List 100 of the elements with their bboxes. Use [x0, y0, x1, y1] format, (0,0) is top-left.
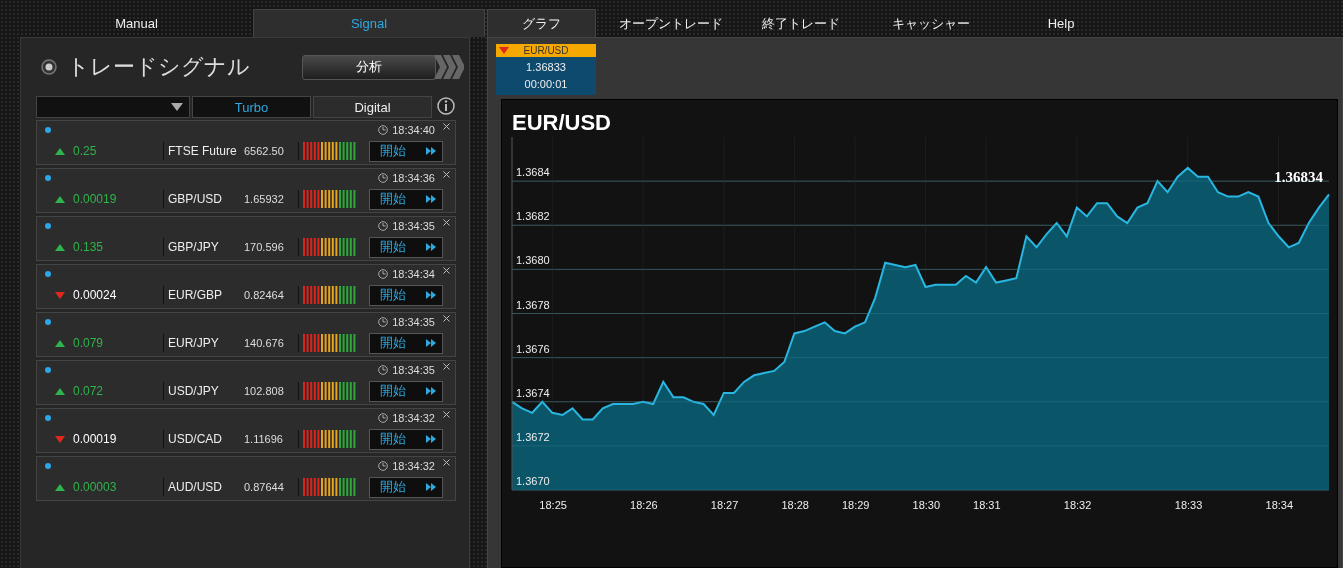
signal-time: 18:34:32: [392, 459, 435, 472]
change-value: 0.00024: [73, 288, 118, 302]
change-value: 0.072: [73, 384, 105, 398]
start-button[interactable]: 開始: [369, 140, 443, 162]
y-tick-label: 1.3680: [516, 254, 550, 267]
signal-row[interactable]: 18:34:35 0.072 USD/JPY 102.808 開始: [36, 360, 456, 405]
signal-meter-icon: [303, 382, 357, 400]
fast-forward-icon: [426, 387, 436, 395]
asset-name: GBP/JPY: [168, 240, 220, 254]
close-icon[interactable]: [443, 219, 450, 226]
nav-tab[interactable]: Signal: [253, 9, 485, 37]
analyze-button[interactable]: 分析: [302, 54, 436, 80]
asset-price: 140.676: [244, 337, 285, 349]
filter-tab[interactable]: Digital: [313, 96, 432, 118]
fast-forward-icon: [426, 147, 436, 155]
asset-name: USD/CAD: [168, 432, 223, 446]
clock-icon: [378, 412, 389, 423]
start-button[interactable]: 開始: [369, 188, 443, 210]
fast-forward-icon: [426, 339, 436, 347]
status-dot-icon: [45, 174, 51, 181]
signal-time: 18:34:34: [392, 267, 435, 280]
signal-meter-icon: [303, 334, 357, 352]
nav-tab[interactable]: グラフ: [487, 9, 596, 37]
ticker-timer: 00:00:01: [524, 77, 568, 92]
nav-tab[interactable]: 終了トレード: [746, 9, 856, 37]
x-tick-label: 18:25: [539, 499, 567, 511]
asset-name: EUR/GBP: [168, 288, 223, 302]
ticker-price: 1.36833: [526, 60, 566, 75]
signal-row[interactable]: 18:34:40 0.25 FTSE Future 6562.50 開始: [36, 120, 456, 165]
nav-tab[interactable]: オープントレード: [596, 9, 746, 37]
info-icon[interactable]: [436, 96, 456, 116]
start-button[interactable]: 開始: [369, 380, 443, 402]
close-icon[interactable]: [443, 459, 450, 466]
clock-icon: [378, 316, 389, 327]
signal-time: 18:34:35: [392, 315, 435, 328]
start-button[interactable]: 開始: [369, 332, 443, 354]
close-icon[interactable]: [443, 171, 450, 178]
asset-price: 0.82464: [244, 289, 285, 301]
signal-time: 18:34:32: [392, 411, 435, 424]
signal-time: 18:34:35: [392, 219, 435, 232]
filter-tab[interactable]: Turbo: [192, 96, 311, 118]
signal-meter-icon: [303, 286, 357, 304]
change-value: 0.00019: [73, 192, 118, 206]
close-icon[interactable]: [443, 267, 450, 274]
y-tick-label: 1.3672: [516, 430, 550, 443]
x-tick-label: 18:33: [1174, 499, 1203, 511]
signal-time: 18:34:36: [392, 171, 435, 184]
asset-price: 1.65932: [244, 193, 285, 205]
signal-row[interactable]: 18:34:36 0.00019 GBP/USD 1.65932 開始: [36, 168, 456, 213]
y-tick-label: 1.3676: [516, 342, 550, 355]
nav-tab[interactable]: Manual: [20, 9, 253, 37]
x-tick-label: 18:31: [973, 499, 1001, 511]
y-tick-label: 1.3674: [516, 386, 550, 399]
asset-name: USD/JPY: [168, 384, 220, 398]
status-dot-icon: [45, 126, 51, 133]
change-value: 0.079: [73, 336, 105, 350]
clock-icon: [378, 268, 389, 279]
radio-icon[interactable]: [41, 59, 57, 75]
asset-price: 6562.50: [244, 145, 285, 157]
clock-icon: [378, 460, 389, 471]
fast-forward-icon: [426, 291, 436, 299]
asset-name: GBP/USD: [168, 192, 223, 206]
fast-forward-icon: [426, 243, 436, 251]
ticker-asset: EUR/USD: [523, 45, 569, 56]
start-button[interactable]: 開始: [369, 284, 443, 306]
signal-row[interactable]: 18:34:32 0.00003 AUD/USD 0.87644 開始: [36, 456, 456, 501]
change-value: 0.135: [73, 240, 105, 254]
fast-forward-icon: [426, 195, 436, 203]
status-dot-icon: [45, 222, 51, 229]
x-tick-label: 18:29: [841, 499, 870, 511]
clock-icon: [378, 124, 389, 135]
chart-title: EUR/USD: [511, 109, 611, 137]
nav-tab[interactable]: Help: [1006, 9, 1116, 37]
status-dot-icon: [45, 462, 51, 469]
asset-name: FTSE Future: [168, 144, 238, 158]
y-tick-label: 1.3678: [516, 298, 550, 311]
signal-row[interactable]: 18:34:32 0.00019 USD/CAD 1.11696 開始: [36, 408, 456, 453]
start-button[interactable]: 開始: [369, 236, 443, 258]
close-icon[interactable]: [443, 411, 450, 418]
start-button[interactable]: 開始: [369, 428, 443, 450]
start-button[interactable]: 開始: [369, 476, 443, 498]
signal-row[interactable]: 18:34:35 0.079 EUR/JPY 140.676 開始: [36, 312, 456, 357]
clock-icon: [378, 364, 389, 375]
close-icon[interactable]: [443, 315, 450, 322]
signal-meter-icon: [303, 430, 357, 448]
y-tick-label: 1.3670: [516, 475, 550, 487]
signal-time: 18:34:40: [392, 123, 435, 136]
signal-row[interactable]: 18:34:35 0.135 GBP/JPY 170.596 開始: [36, 216, 456, 261]
asset-name: EUR/JPY: [168, 336, 220, 350]
nav-tab[interactable]: キャッシャー: [856, 9, 1006, 37]
status-dot-icon: [45, 366, 51, 373]
close-icon[interactable]: [443, 123, 450, 130]
close-icon[interactable]: [443, 363, 450, 370]
panel-title: トレードシグナル: [67, 53, 251, 81]
change-value: 0.00019: [73, 432, 118, 446]
clock-icon: [378, 172, 389, 183]
change-value: 0.25: [73, 144, 98, 158]
last-price-label: 1.36834: [1274, 169, 1323, 186]
signal-row[interactable]: 18:34:34 0.00024 EUR/GBP 0.82464 開始: [36, 264, 456, 309]
clock-icon: [378, 220, 389, 231]
